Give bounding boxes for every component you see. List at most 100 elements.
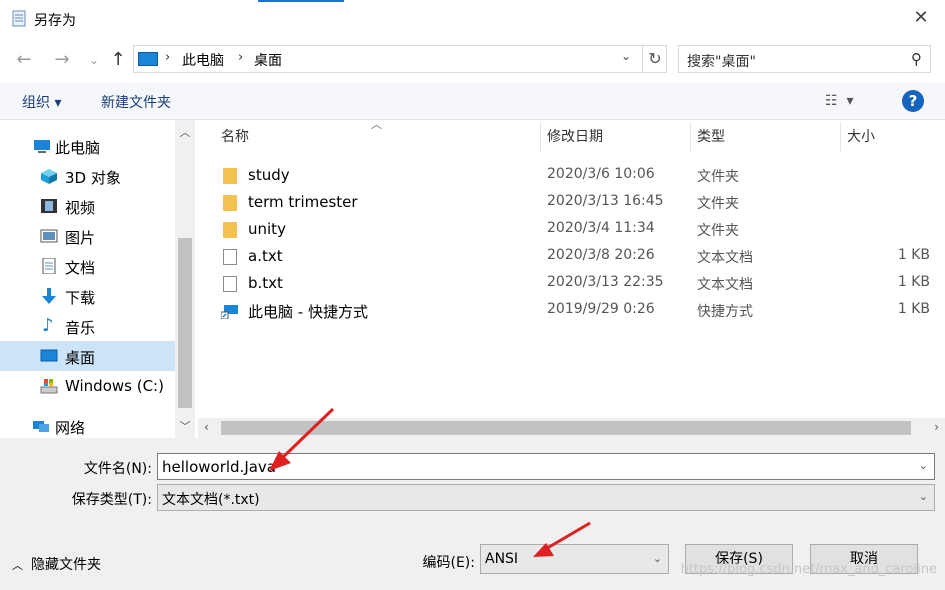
encoding-label: 编码(E): (422, 555, 476, 571)
sidebar-scrollbar[interactable]: ︿ ﹀ (175, 120, 195, 438)
scroll-up-icon[interactable]: ︿ (175, 124, 195, 140)
close-button[interactable]: ✕ (911, 8, 931, 28)
file-name: term trimester (248, 193, 358, 211)
file-row-a-txt[interactable]: a.txt 2020/3/8 20:26 文本文档 1 KB (198, 243, 933, 270)
sidebar-item-windows-c[interactable]: Windows (C:) (0, 371, 175, 401)
sidebar-item-pictures[interactable]: 图片 (0, 221, 175, 251)
sidebar-item-documents[interactable]: 文档 (0, 251, 175, 281)
search-input[interactable]: 搜索"桌面" ⚲ (678, 45, 931, 73)
shortcut-icon (221, 305, 238, 319)
file-date: 2020/3/8 20:26 (547, 247, 655, 263)
toolbar: 组织 ▾ 新建文件夹 ☷ ▾ ? (0, 82, 945, 120)
scroll-down-icon[interactable]: ﹀ (175, 418, 195, 434)
breadcrumb-this-pc[interactable]: 此电脑 (182, 50, 224, 70)
annotation-arrow (533, 521, 591, 557)
document-icon (42, 258, 56, 274)
computer-icon (34, 140, 50, 153)
file-type: 文件夹 (697, 223, 739, 239)
back-icon[interactable]: ← (14, 50, 34, 70)
column-divider[interactable] (840, 122, 841, 152)
window-title: 另存为 (34, 13, 76, 29)
sidebar-item-network[interactable]: 网络 (0, 411, 175, 441)
scroll-left-icon[interactable]: ‹ (204, 420, 209, 434)
forward-icon[interactable]: → (52, 50, 72, 70)
file-name: b.txt (248, 274, 283, 292)
sidebar-item-videos[interactable]: 视频 (0, 191, 175, 221)
column-type[interactable]: 类型 (697, 122, 725, 152)
hide-folders-toggle[interactable]: ︿ 隐藏文件夹 (12, 554, 101, 574)
new-folder-button[interactable]: 新建文件夹 (101, 92, 171, 112)
chevron-down-icon[interactable]: ⌄ (653, 552, 662, 565)
sidebar-item-label: Windows (C:) (65, 377, 164, 395)
sidebar-item-3d-objects[interactable]: 3D 对象 (0, 161, 175, 191)
file-list-header: ︿ 名称 修改日期 类型 大小 (198, 118, 945, 152)
sidebar-item-desktop[interactable]: 桌面 (0, 341, 175, 371)
sidebar-item-label: 桌面 (65, 349, 96, 367)
chevron-up-icon: ︿ (12, 559, 23, 572)
drive-icon (40, 379, 58, 394)
view-options-icon[interactable]: ☷ ▾ (825, 93, 853, 109)
file-row-unity[interactable]: unity 2020/3/4 11:34 文件夹 (198, 216, 933, 243)
search-icon[interactable]: ⚲ (911, 50, 922, 68)
refresh-icon[interactable]: ↻ (642, 46, 667, 72)
text-file-icon (223, 249, 237, 265)
file-type: 文件夹 (697, 169, 739, 185)
file-date: 2020/3/4 11:34 (547, 220, 655, 236)
hide-folders-label: 隐藏文件夹 (31, 557, 101, 573)
sidebar-item-music[interactable]: ♪ 音乐 (0, 311, 175, 341)
up-icon[interactable]: ↑ (108, 50, 128, 70)
chevron-down-icon[interactable]: ⌄ (919, 459, 928, 472)
chevron-right-icon: › (238, 50, 244, 65)
address-bar[interactable]: › 此电脑 › 桌面 ⌄ ↻ (133, 45, 667, 73)
sidebar-item-label: 视频 (65, 199, 96, 217)
file-row-study[interactable]: study 2020/3/6 10:06 文件夹 (198, 162, 933, 189)
sort-ascending-icon: ︿ (371, 118, 382, 131)
navigation-pane: 此电脑 3D 对象 视频 图片 文档 下载 ♪ 音乐 桌面 Windows (C… (0, 120, 175, 438)
filetype-select[interactable]: 文本文档(*.txt) ⌄ (157, 484, 935, 511)
chevron-down-icon[interactable]: ⌄ (621, 49, 631, 63)
file-name: a.txt (248, 247, 283, 265)
scrollbar-thumb[interactable] (178, 238, 192, 408)
column-divider[interactable] (540, 122, 541, 152)
file-row-term-trimester[interactable]: term trimester 2020/3/13 16:45 文件夹 (198, 189, 933, 216)
sidebar-item-label: 网络 (55, 419, 86, 437)
computer-icon (138, 52, 158, 66)
file-row-this-pc-shortcut[interactable]: 此电脑 - 快捷方式 2019/9/29 0:26 快捷方式 1 KB (198, 297, 933, 324)
folder-icon (223, 168, 237, 184)
scroll-right-icon[interactable]: › (934, 420, 939, 434)
sidebar-item-downloads[interactable]: 下载 (0, 281, 175, 311)
column-name[interactable]: 名称 (221, 122, 249, 152)
file-type: 文本文档 (697, 250, 753, 266)
window-accent-line (258, 0, 344, 2)
music-icon: ♪ (42, 315, 54, 336)
help-icon[interactable]: ? (902, 90, 924, 112)
recent-locations-icon[interactable]: ⌄ (84, 50, 104, 70)
file-name: 此电脑 - 快捷方式 (248, 303, 368, 321)
folder-icon (223, 222, 237, 238)
annotation-arrow (269, 407, 335, 471)
text-file-icon (223, 276, 237, 292)
sidebar-item-label: 文档 (65, 259, 96, 277)
picture-icon (40, 229, 58, 243)
breadcrumb-desktop[interactable]: 桌面 (254, 50, 282, 70)
filetype-value: 文本文档(*.txt) (162, 492, 260, 508)
organize-button[interactable]: 组织 ▾ (22, 92, 61, 112)
filename-label: 文件名(N): (83, 461, 152, 477)
chevron-down-icon[interactable]: ⌄ (919, 490, 928, 503)
watermark: https://blog.csdn.net/max_and_caroline (680, 562, 937, 577)
file-name: unity (248, 220, 286, 238)
file-date: 2019/9/29 0:26 (547, 301, 655, 317)
file-type: 快捷方式 (697, 304, 753, 320)
sidebar-item-this-pc[interactable]: 此电脑 (0, 131, 175, 161)
column-divider[interactable] (690, 122, 691, 152)
title-bar: 另存为 ✕ (0, 0, 945, 38)
file-type: 文件夹 (697, 196, 739, 212)
column-date[interactable]: 修改日期 (547, 122, 603, 152)
file-row-b-txt[interactable]: b.txt 2020/3/13 22:35 文本文档 1 KB (198, 270, 933, 297)
file-size: 1 KB (897, 274, 930, 290)
sidebar-item-label: 此电脑 (55, 139, 101, 157)
file-name: study (248, 166, 290, 184)
filename-value: helloworld.Java (162, 458, 277, 476)
sidebar-item-label: 3D 对象 (65, 169, 121, 187)
column-size[interactable]: 大小 (847, 122, 875, 152)
